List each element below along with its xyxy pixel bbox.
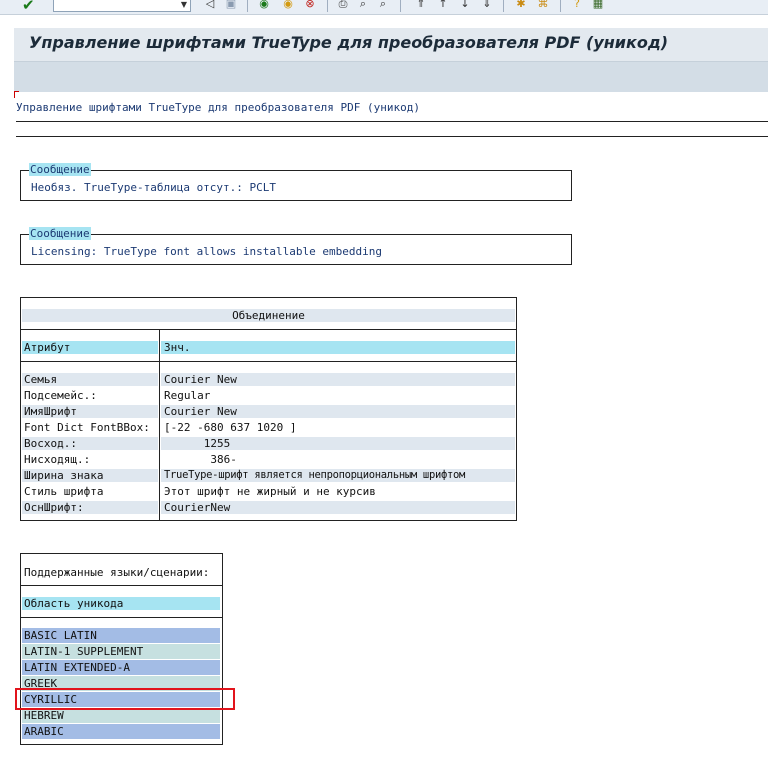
divider: [16, 121, 768, 122]
table-row-value: 1255: [164, 437, 231, 450]
back-nav-icon[interactable]: ◉: [257, 0, 271, 11]
last-page-icon[interactable]: ⇓: [480, 0, 494, 11]
list-item[interactable]: ARABIC: [22, 724, 220, 739]
table-row-attr: ОснШрифт:: [24, 501, 84, 514]
find-next-icon[interactable]: ⌕: [376, 0, 390, 11]
list-item[interactable]: HEBREW: [22, 708, 220, 723]
cancel-icon[interactable]: ⊗: [303, 0, 317, 11]
application-toolbar: [14, 61, 768, 92]
table-row-attr: Подсемейс.:: [24, 389, 97, 402]
table-row-attr: Font Dict FontBBox:: [24, 421, 150, 434]
focus-marker: [14, 91, 19, 98]
col-header-bar: [161, 341, 515, 354]
report-heading: Управление шрифтами TrueType для преобра…: [16, 101, 420, 114]
message-legend: Сообщение: [29, 227, 91, 240]
table-row-attr: Ширина знака: [24, 469, 104, 482]
col-header-value: Знч.: [164, 341, 191, 354]
message-legend: Сообщение: [29, 163, 91, 176]
table-row-value: Regular: [164, 389, 211, 402]
table-row-attr: Нисходящ.:: [24, 453, 91, 466]
languages-table-title: Поддержанные языки/сценарии:: [24, 566, 210, 579]
exit-icon[interactable]: ◉: [281, 0, 295, 11]
table-row-value: Courier New: [164, 373, 237, 386]
save-icon[interactable]: ▣: [224, 0, 238, 11]
message-text: Licensing: TrueType font allows installa…: [31, 245, 382, 258]
enter-icon[interactable]: ✔: [22, 0, 40, 14]
table-row-value: Courier New: [164, 405, 237, 418]
prev-page-icon[interactable]: ↑: [436, 0, 450, 11]
table-row-attr: Стиль шрифта: [24, 485, 104, 498]
next-page-icon[interactable]: ↓: [458, 0, 472, 11]
help-icon[interactable]: ?: [570, 0, 584, 11]
system-toolbar: ✔ ▼ ◁ ▣ ◉ ◉ ⊗ ⎙ ⌕ ⌕ ⇑ ↑ ↓ ⇓ ✱ ⌘ ? ▦: [0, 0, 768, 15]
list-item[interactable]: LATIN EXTENDED-A: [22, 660, 220, 675]
print-icon[interactable]: ⎙: [336, 0, 350, 11]
new-session-icon[interactable]: ✱: [514, 0, 528, 11]
title-bar: Управление шрифтами TrueType для преобра…: [14, 28, 768, 61]
table-row-value: CourierNew: [164, 501, 231, 514]
union-table-title: Объединение: [232, 309, 305, 322]
message-text: Необяз. TrueType-таблица отсут.: PCLT: [31, 181, 277, 194]
message-box: Сообщение Licensing: TrueType font allow…: [20, 227, 572, 265]
shortcut-icon[interactable]: ⌘: [536, 0, 550, 11]
table-row-value: [-22 -680 637 1020 ]: [164, 421, 297, 434]
page-title: Управление шрифтами TrueType для преобра…: [29, 33, 669, 52]
table-row-attr: ИмяШрифт: [24, 405, 77, 418]
divider: [16, 136, 768, 137]
back-icon[interactable]: ◁: [203, 0, 217, 11]
find-icon[interactable]: ⌕: [356, 0, 370, 11]
table-row-attr: Семья: [24, 373, 58, 386]
col-header-attribute: Атрибут: [24, 341, 71, 354]
table-row-value: 386-: [164, 453, 237, 466]
table-row-value: Этот шрифт не жирный и не курсив: [164, 485, 376, 498]
first-page-icon[interactable]: ⇑: [414, 0, 428, 11]
highlight-box: [15, 688, 235, 710]
list-item[interactable]: BASIC LATIN: [22, 628, 220, 643]
languages-col-header: Область уникода: [24, 597, 124, 610]
table-row-value: TrueType-шрифт является непропорциональн…: [164, 469, 466, 481]
command-field[interactable]: ▼: [53, 0, 191, 12]
list-item[interactable]: LATIN-1 SUPPLEMENT: [22, 644, 220, 659]
layout-icon[interactable]: ▦: [591, 0, 605, 11]
chevron-down-icon[interactable]: ▼: [181, 0, 187, 9]
message-box: Сообщение Необяз. TrueType-таблица отсут…: [20, 163, 572, 201]
table-row-attr: Восход.:: [24, 437, 77, 450]
